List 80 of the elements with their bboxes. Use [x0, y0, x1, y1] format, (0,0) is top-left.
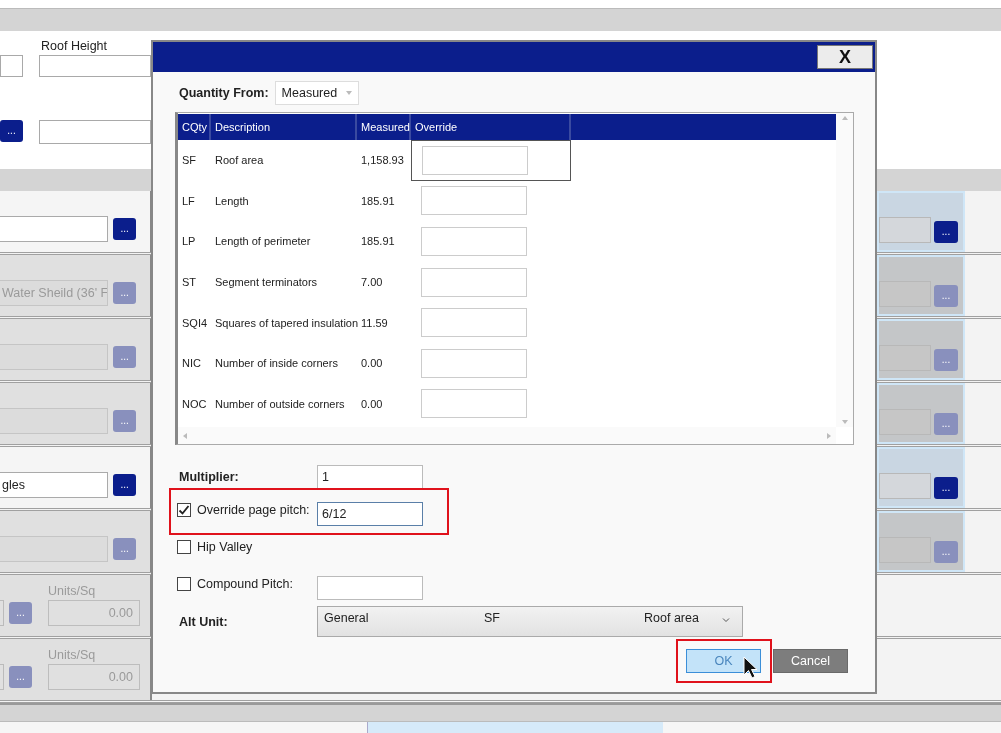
quantity-from-label: Quantity From:: [179, 86, 269, 100]
browse-button[interactable]: ...: [113, 474, 136, 496]
cancel-button[interactable]: Cancel: [773, 649, 848, 673]
chevron-down-icon: [722, 617, 730, 623]
scroll-down-icon[interactable]: [841, 419, 848, 425]
checkbox-label: Compound Pitch:: [197, 577, 293, 591]
override-field[interactable]: [421, 348, 527, 378]
dropdown-arrow-icon: [345, 90, 352, 96]
browse-button[interactable]: ...: [0, 120, 23, 142]
override-field[interactable]: [421, 267, 527, 297]
pitch-field[interactable]: [317, 575, 423, 600]
table-cell-text: NOC: [181, 397, 208, 410]
table-cell-text: 185.91: [360, 194, 396, 207]
multiplier-field[interactable]: 1: [317, 464, 423, 489]
text-field[interactable]: [879, 473, 931, 499]
checkbox-label: Hip Valley: [197, 540, 253, 554]
table-cell-text: 1,158.93: [360, 154, 405, 167]
checkbox-label: Override page pitch:: [197, 503, 310, 517]
table-cell-text: 185.91: [360, 235, 396, 248]
table-cell-text: 0.00: [360, 357, 384, 370]
override-field[interactable]: [421, 227, 527, 256]
alt-unit-label: Alt Unit:: [178, 614, 229, 629]
override-field[interactable]: [421, 389, 527, 419]
table-cell-text: SF: [181, 154, 198, 167]
text-field[interactable]: [0, 536, 109, 562]
checkbox[interactable]: [177, 577, 191, 591]
alt-unit-dropdown[interactable]: General SF Roof area: [317, 606, 743, 637]
override-field[interactable]: [421, 186, 527, 216]
table-cell-text: Length: [214, 194, 250, 207]
override-field[interactable]: [422, 145, 528, 175]
units-label: Units/Sq: [48, 584, 97, 598]
field-label: Roof Height: [40, 39, 108, 55]
table-cell-text: ST: [181, 276, 198, 289]
multiplier-label: Multiplier:: [178, 469, 240, 484]
column-header[interactable]: Description: [211, 114, 357, 140]
text-field[interactable]: [879, 409, 931, 435]
text-field[interactable]: [879, 537, 931, 563]
scroll-right-icon[interactable]: [826, 432, 832, 439]
table-cell-text: Roof area: [214, 154, 265, 167]
text-field[interactable]: [0, 344, 109, 370]
column-header[interactable]: Measured: [357, 114, 411, 140]
browse-button[interactable]: ...: [934, 221, 958, 243]
check-icon: [178, 504, 190, 516]
browse-button[interactable]: ...: [113, 218, 136, 240]
scroll-left-icon[interactable]: [182, 432, 188, 439]
table-cell-text: Number of outside corners: [214, 397, 346, 410]
table-cell-text: Squares of tapered insulation: [214, 316, 357, 329]
checkbox[interactable]: [177, 503, 191, 517]
table-cell-text: Length of perimeter: [214, 235, 312, 248]
units-label: Units/Sq: [48, 648, 97, 662]
browse-button[interactable]: ...: [934, 477, 958, 499]
text-field[interactable]: gles: [0, 472, 109, 498]
scroll-up-icon[interactable]: [841, 115, 848, 121]
table-cell-text: Number of inside corners: [214, 357, 339, 370]
text-field[interactable]: [0, 55, 23, 77]
column-header[interactable]: CQty: [178, 114, 211, 140]
column-header[interactable]: Override: [411, 114, 571, 140]
table-cell-text: NIC: [181, 357, 202, 370]
text-field[interactable]: [39, 120, 151, 144]
close-button[interactable]: X: [817, 45, 873, 69]
override-cell[interactable]: [411, 140, 571, 181]
roof-height-field[interactable]: [39, 55, 151, 77]
table-cell-text: 7.00: [360, 276, 384, 289]
pitch-field[interactable]: 6/12: [317, 501, 423, 526]
text-field[interactable]: [0, 408, 109, 434]
override-field[interactable]: [421, 308, 527, 338]
table-cell-text: Segment terminators: [214, 276, 319, 289]
table-cell-text: 0.00: [360, 397, 384, 410]
text-field[interactable]: [879, 281, 931, 307]
vertical-scrollbar[interactable]: [836, 113, 853, 427]
text-field[interactable]: [879, 217, 931, 243]
table-cell-text: LP: [181, 235, 197, 248]
quantity-dropdown[interactable]: Measured: [274, 81, 359, 105]
checkbox[interactable]: [177, 540, 191, 554]
horizontal-scrollbar[interactable]: [178, 427, 836, 444]
table-cell-text: LF: [181, 194, 196, 207]
text-field[interactable]: [879, 345, 931, 371]
table-cell-text: 11.59: [360, 316, 389, 329]
table-cell-text: SQI4: [181, 316, 209, 329]
text-field[interactable]: [0, 216, 109, 242]
